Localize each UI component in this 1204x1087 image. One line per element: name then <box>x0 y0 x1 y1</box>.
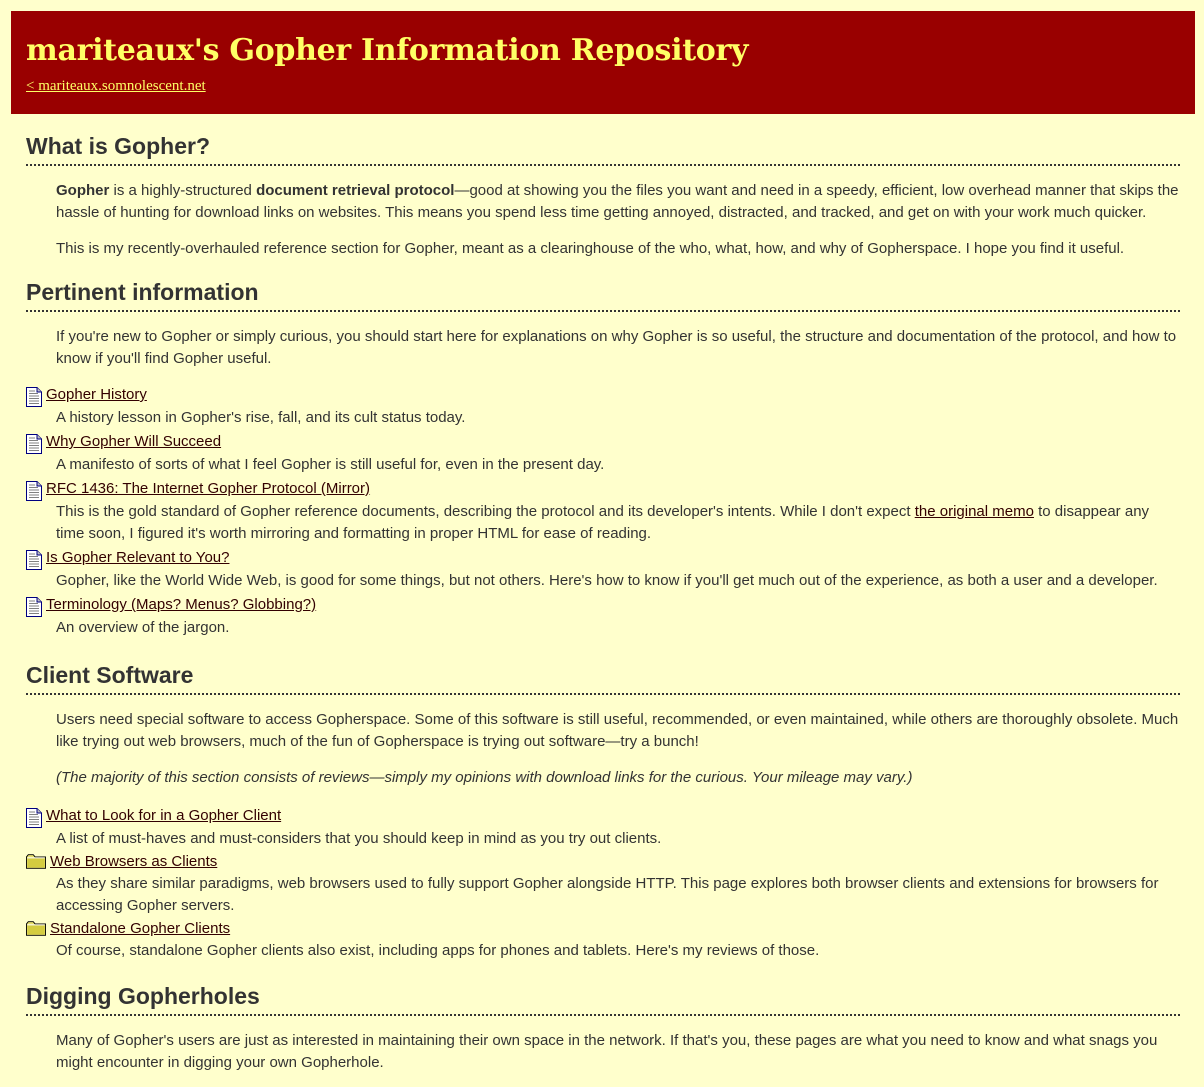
site-header: mariteaux's Gopher Information Repositor… <box>11 11 1195 114</box>
link-standalone-gopher-clients[interactable]: Standalone Gopher Clients <box>50 917 230 940</box>
link-list: What to Look for in a Gopher Client A li… <box>26 803 1180 962</box>
list-item: RFC 1436: The Internet Gopher Protocol (… <box>26 476 1180 545</box>
document-icon <box>26 550 42 570</box>
section-client-software: Client Software Users need special softw… <box>26 657 1180 962</box>
section-digging-gopherholes: Digging Gopherholes Many of Gopher's use… <box>26 978 1180 1074</box>
text: This is the gold standard of Gopher refe… <box>56 503 915 520</box>
list-item: What to Look for in a Gopher Client A li… <box>26 803 1180 850</box>
section-heading: What is Gopher? <box>26 128 1180 166</box>
intro-paragraph: Gopher is a highly-structured document r… <box>56 180 1180 224</box>
document-icon <box>26 434 42 454</box>
section-heading: Digging Gopherholes <box>26 978 1180 1016</box>
entry-description: Gopher, like the World Wide Web, is good… <box>56 572 1158 589</box>
main-content: What is Gopher? Gopher is a highly-struc… <box>26 128 1180 1086</box>
link-rfc-1436[interactable]: RFC 1436: The Internet Gopher Protocol (… <box>46 476 370 501</box>
entry-description: An overview of the jargon. <box>56 619 230 636</box>
link-is-gopher-relevant[interactable]: Is Gopher Relevant to You? <box>46 545 229 570</box>
document-icon <box>26 808 42 828</box>
entry-description: As they share similar paradigms, web bro… <box>56 875 1159 914</box>
document-icon <box>26 597 42 617</box>
document-icon <box>26 481 42 501</box>
link-why-gopher-will-succeed[interactable]: Why Gopher Will Succeed <box>46 429 221 454</box>
entry-description: A history lesson in Gopher's rise, fall,… <box>56 409 466 426</box>
intro-paragraph: This is my recently-overhauled reference… <box>56 240 1125 257</box>
entry-description: A list of must-haves and must-considers … <box>56 830 662 847</box>
folder-icon <box>26 854 46 869</box>
list-item: Terminology (Maps? Menus? Globbing?) An … <box>26 592 1180 639</box>
intro-paragraph: Many of Gopher's users are just as inter… <box>56 1032 1158 1071</box>
intro-paragraph: Users need special software to access Go… <box>56 711 1179 750</box>
link-original-memo[interactable]: the original memo <box>915 503 1034 520</box>
folder-icon <box>26 921 46 936</box>
link-what-to-look-for[interactable]: What to Look for in a Gopher Client <box>46 803 281 828</box>
site-title: mariteaux's Gopher Information Repositor… <box>26 33 749 68</box>
link-web-browsers-as-clients[interactable]: Web Browsers as Clients <box>50 850 217 873</box>
bold-term: Gopher <box>56 182 110 199</box>
section-pertinent-information: Pertinent information If you're new to G… <box>26 274 1180 639</box>
list-item: Standalone Gopher Clients Of course, sta… <box>26 917 1180 962</box>
list-item: Web Browsers as Clients As they share si… <box>26 850 1180 917</box>
section-heading: Pertinent information <box>26 274 1180 312</box>
document-icon <box>26 387 42 407</box>
section-what-is-gopher: What is Gopher? Gopher is a highly-struc… <box>26 128 1180 260</box>
entry-description: Of course, standalone Gopher clients als… <box>56 942 820 959</box>
note-paragraph: (The majority of this section consists o… <box>56 769 913 786</box>
text: is a highly-structured <box>109 182 257 199</box>
entry-description: A manifesto of sorts of what I feel Goph… <box>56 456 605 473</box>
bold-term: document retrieval protocol <box>256 182 455 199</box>
back-to-home-link[interactable]: < mariteaux.somnolescent.net <box>26 78 206 95</box>
list-item: Gopher History A history lesson in Gophe… <box>26 382 1180 429</box>
list-item: Why Gopher Will Succeed A manifesto of s… <box>26 429 1180 476</box>
entry-description: This is the gold standard of Gopher refe… <box>56 501 1180 545</box>
link-gopher-history[interactable]: Gopher History <box>46 382 147 407</box>
section-heading: Client Software <box>26 657 1180 695</box>
list-item: Is Gopher Relevant to You? Gopher, like … <box>26 545 1180 592</box>
link-list: Gopher History A history lesson in Gophe… <box>26 382 1180 639</box>
intro-paragraph: If you're new to Gopher or simply curiou… <box>56 328 1177 367</box>
link-terminology[interactable]: Terminology (Maps? Menus? Globbing?) <box>46 592 316 617</box>
